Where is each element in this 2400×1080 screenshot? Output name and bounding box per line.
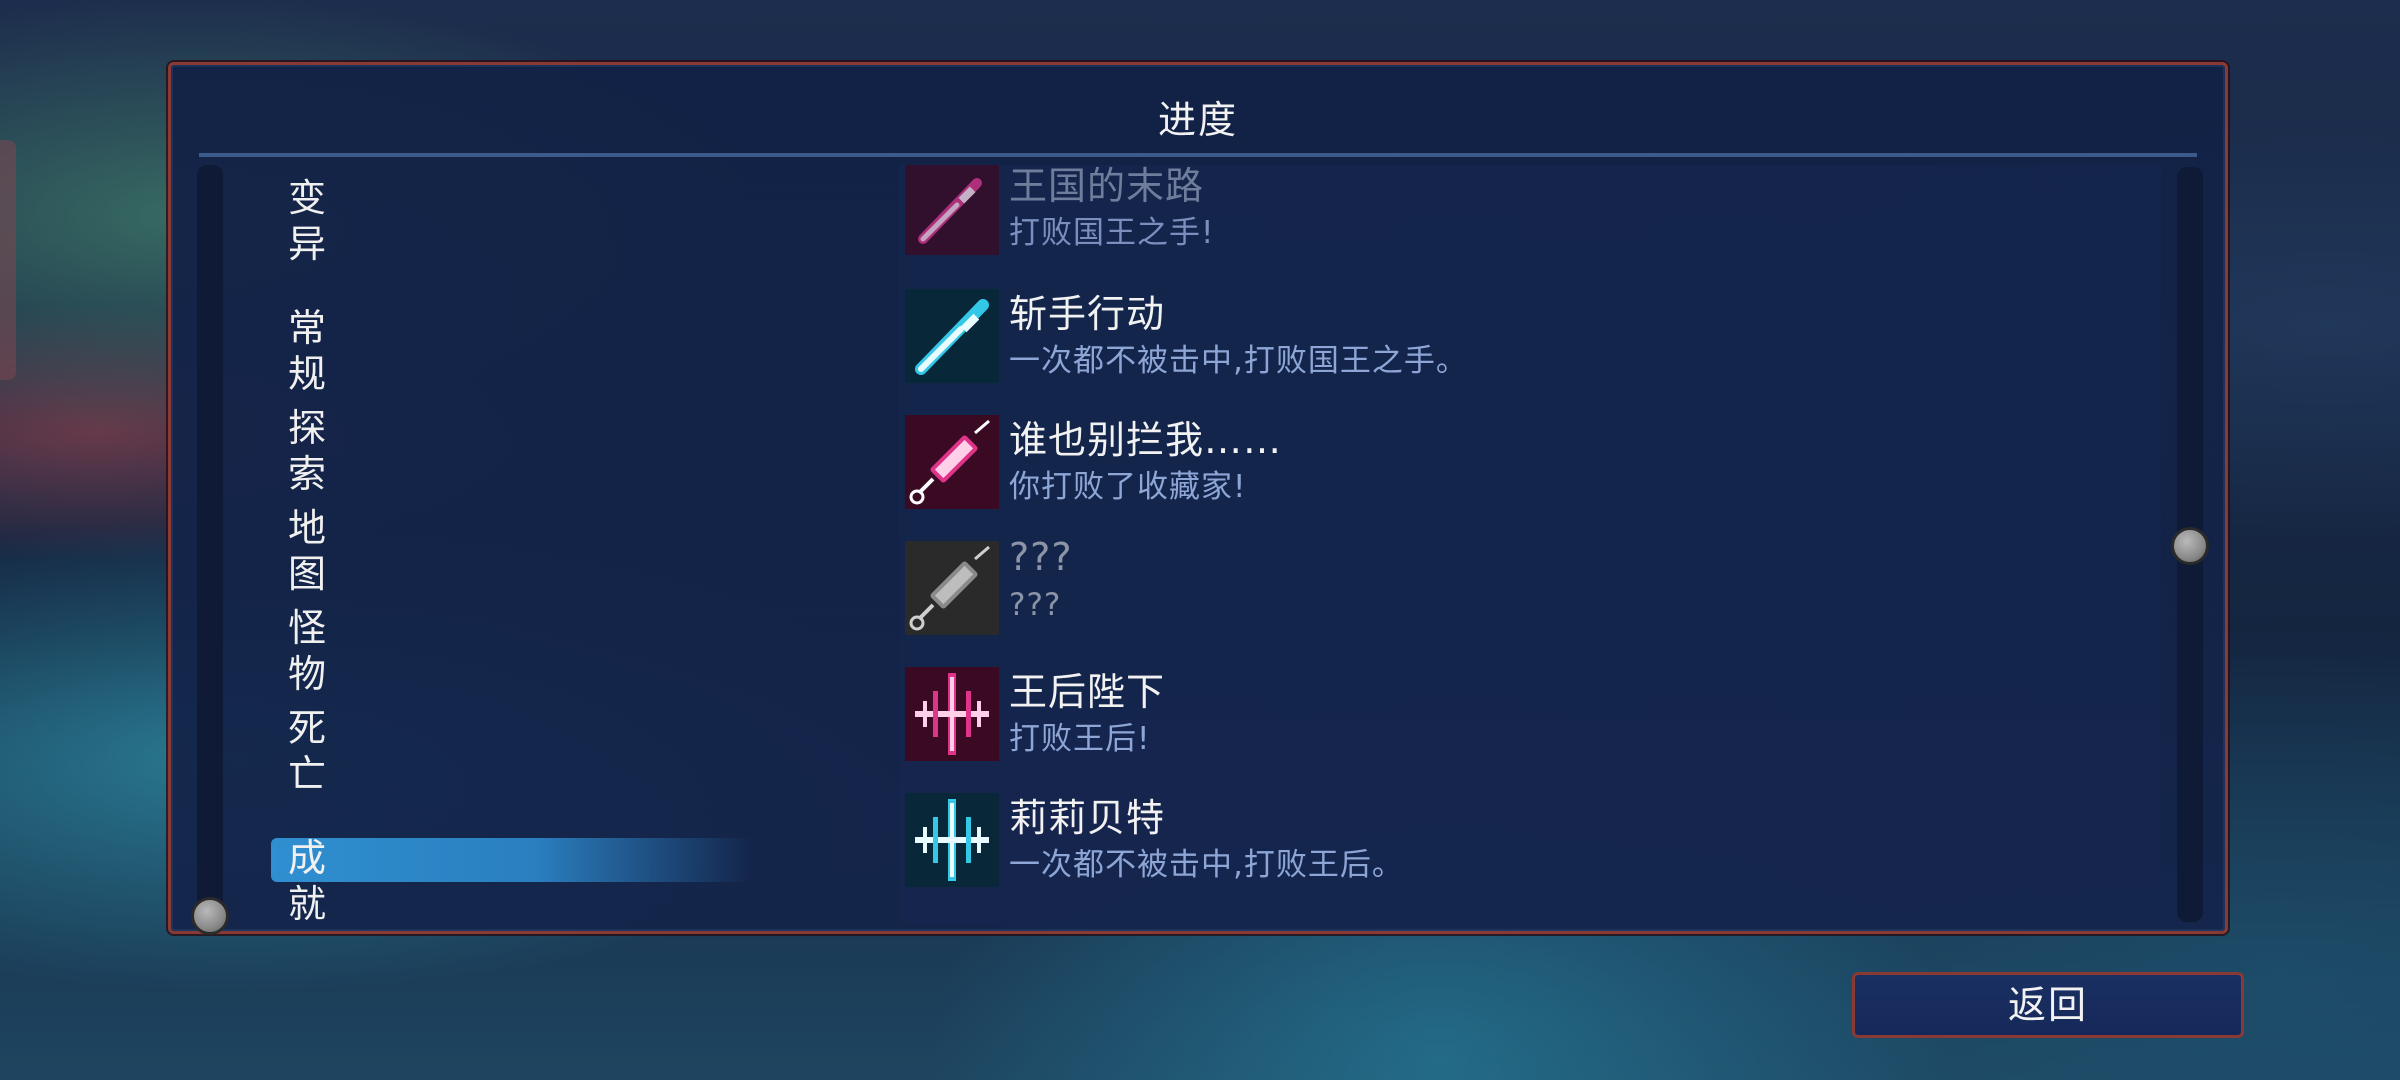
achievement-list[interactable]: 王国的末路 打败国王之手! 斩手行动 一次都不被击中,打败国王之手。 谁也别拦我… xyxy=(899,165,2161,923)
progress-panel: 进度 变异 常规 探索 地图 怪物 死亡 成就 王国的末路 打败国王之手! 斩手… xyxy=(168,62,2228,935)
category-map[interactable]: 地图 xyxy=(288,505,329,597)
achievement-title: 谁也别拦我…… xyxy=(1009,418,1283,462)
achievement-title: ??? xyxy=(1009,535,1073,579)
category-general[interactable]: 常规 xyxy=(288,305,329,397)
category-monsters[interactable]: 怪物 xyxy=(288,605,329,697)
category-exploration[interactable]: 探索 xyxy=(288,405,329,497)
achievement-item[interactable]: 莉莉贝特 一次都不被击中,打败王后。 xyxy=(899,789,2161,893)
achievement-item[interactable]: ??? ??? xyxy=(899,535,2161,641)
achievement-item[interactable]: 王后陛下 打败王后! xyxy=(899,663,2161,767)
achievement-item[interactable]: 斩手行动 一次都不被击中,打败国王之手。 xyxy=(899,285,2161,389)
category-scrollbar-track[interactable] xyxy=(197,165,223,920)
achievement-item[interactable]: 谁也别拦我…… 你打败了收藏家! xyxy=(899,411,2161,515)
left-edge-tab xyxy=(0,140,16,380)
syringe-icon xyxy=(905,415,999,509)
sword-icon xyxy=(905,289,999,383)
category-scrollbar-knob[interactable] xyxy=(191,897,229,935)
achievement-title: 王国的末路 xyxy=(1009,165,1205,208)
achievement-description: 打败王后! xyxy=(1009,721,1151,757)
achievement-description: 一次都不被击中,打败王后。 xyxy=(1009,847,1404,883)
achievement-title: 莉莉贝特 xyxy=(1009,796,1166,840)
category-mutations[interactable]: 变异 xyxy=(288,175,329,267)
sword-icon xyxy=(905,165,999,255)
achievement-scrollbar-knob[interactable] xyxy=(2171,527,2209,565)
sparkle-icon xyxy=(905,667,999,761)
achievement-title: 王后陛下 xyxy=(1009,670,1166,714)
title-divider xyxy=(199,153,2197,157)
back-button[interactable]: 返回 xyxy=(1852,972,2244,1038)
achievement-description: ??? xyxy=(1009,587,1062,623)
category-achievements[interactable]: 成就 xyxy=(288,835,329,927)
achievement-description: 一次都不被击中,打败国王之手。 xyxy=(1009,343,1468,379)
achievement-description: 你打败了收藏家! xyxy=(1009,469,1247,505)
active-category-highlight xyxy=(271,838,751,882)
achievement-description: 打败国王之手! xyxy=(1009,215,1215,251)
achievement-title: 斩手行动 xyxy=(1009,292,1166,336)
syringe-icon xyxy=(905,541,999,635)
panel-title: 进度 xyxy=(1157,98,1238,142)
achievement-item[interactable]: 王国的末路 打败国王之手! xyxy=(899,165,2161,261)
sparkle-icon xyxy=(905,793,999,887)
category-deaths[interactable]: 死亡 xyxy=(288,705,329,797)
